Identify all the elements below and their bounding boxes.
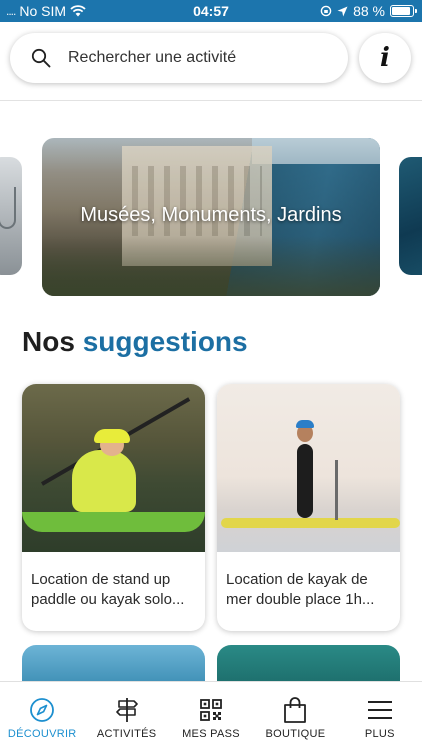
photo-pole [335,460,338,520]
suggestion-card-partial[interactable] [22,645,205,685]
tab-boutique[interactable]: BOUTIQUE [253,682,337,750]
section-title-prefix: Nos [22,326,75,357]
suggestion-card[interactable]: Location de kayak de mer double place 1h… [217,384,400,631]
suggestion-card-partial[interactable] [217,645,400,685]
battery-fill [392,7,410,15]
suggestion-title: Location de stand up paddle ou kayak sol… [31,571,185,608]
tab-activites[interactable]: ACTIVITÉS [84,682,168,750]
tab-label: DÉCOUVRIR [7,728,77,740]
suggestion-image-kayak [22,384,205,552]
location-icon [337,6,348,16]
carousel-card-next[interactable] [399,157,422,275]
info-icon: i [380,43,390,73]
carousel-image-cliff [42,236,380,296]
tab-plus[interactable]: PLUS [338,682,422,750]
info-button[interactable]: i [359,33,411,83]
search-icon [30,47,52,69]
header-divider [0,100,422,101]
status-right: 88 % [320,3,417,19]
section-title: Nos suggestions [22,326,248,358]
shopping-bag-icon [281,696,309,724]
rotation-lock-icon [320,5,332,17]
carousel-card-title: Musées, Monuments, Jardins [80,204,342,226]
status-bar: .... No SIM 04:57 88 % [0,0,422,22]
battery-percent: 88 % [353,3,385,19]
photo-rider [297,444,313,518]
search-placeholder: Rechercher une activité [68,49,237,66]
suggestion-image-paddle [217,384,400,552]
tab-label: MES PASS [182,728,240,740]
photo-kayak [22,512,205,532]
menu-icon [366,696,394,724]
photo-board [221,518,400,528]
tab-label: ACTIVITÉS [96,728,157,740]
photo-cap [296,420,314,428]
tab-bar: DÉCOUVRIR ACTIVITÉS MES PASS BOUTIQUE PL… [0,681,422,750]
carousel-card-previous[interactable] [0,157,22,275]
battery-icon [390,5,417,17]
suggestion-title: Location de kayak de mer double place 1h… [226,571,375,608]
tab-label: BOUTIQUE [265,728,326,740]
carousel-card-museums[interactable]: Musées, Monuments, Jardins [42,138,380,296]
photo-person [72,450,136,512]
tab-mes-pass[interactable]: MES PASS [169,682,253,750]
search-input[interactable]: Rechercher une activité [10,33,348,83]
signpost-icon [113,696,141,724]
photo-hat [94,429,130,443]
section-title-accent: suggestions [82,326,248,357]
suggestion-card[interactable]: Location de stand up paddle ou kayak sol… [22,384,205,631]
qr-code-icon [197,696,225,724]
tab-label: PLUS [364,728,395,740]
tab-decouvrir[interactable]: DÉCOUVRIR [0,682,84,750]
compass-icon [28,696,56,724]
